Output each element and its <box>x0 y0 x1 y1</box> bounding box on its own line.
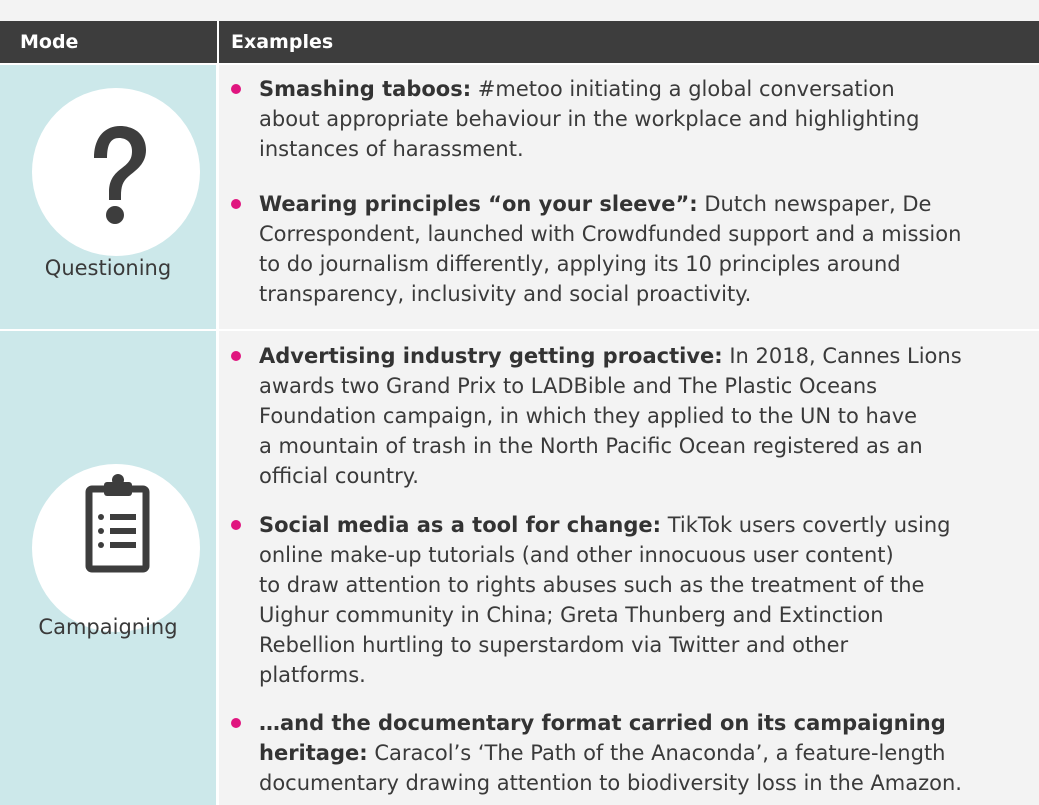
example-text: awards two Grand Prix to LADBible and Th… <box>259 374 878 398</box>
example-text: to draw attention to rights abuses such … <box>259 573 925 597</box>
example-text: to do journalism differently, applying i… <box>259 252 901 276</box>
row-divider <box>0 329 1039 331</box>
question-circle <box>32 88 200 256</box>
example-text: Dutch newspaper, De <box>697 192 932 216</box>
header-examples: Examples <box>231 31 334 53</box>
example-text: about appropriate behaviour in the workp… <box>259 107 920 131</box>
example-title: heritage: <box>259 741 368 765</box>
mode-label-questioning: Questioning <box>44 256 172 280</box>
example-text: Foundation campaign, in which they appli… <box>259 404 918 428</box>
example-text: Rebellion hurtling to superstardom via T… <box>259 633 849 657</box>
example-social-media: Social media as a tool for change: TikTo… <box>259 510 1039 690</box>
example-title: Smashing taboos: <box>259 77 472 101</box>
mode-label-campaigning: Campaigning <box>38 615 178 639</box>
bullet-point <box>231 84 241 94</box>
example-text: TikTok users covertly using <box>661 513 951 537</box>
example-text: Correspondent, launched with Crowdfunded… <box>259 222 962 246</box>
example-text: Uighur community in China; Greta Thunber… <box>259 603 884 627</box>
example-advertising-industry: Advertising industry getting proactive: … <box>259 341 1039 491</box>
header-mode: Mode <box>20 31 79 53</box>
example-documentary-format: …and the documentary format carried on i… <box>259 708 1039 798</box>
example-text: In 2018, Cannes Lions <box>722 344 962 368</box>
example-text: instances of harassment. <box>259 137 524 161</box>
question-mark-icon <box>94 126 146 224</box>
clipboard-circle <box>32 464 200 632</box>
clipboard-list-icon <box>85 474 150 573</box>
example-smashing-taboos: Smashing taboos: #metoo initiating a glo… <box>259 74 1039 164</box>
example-text: #metoo initiating a global conversation <box>471 77 895 101</box>
example-text: documentary drawing attention to biodive… <box>259 771 962 795</box>
column-divider <box>216 63 219 805</box>
bullet-point <box>231 718 241 728</box>
example-text: official country. <box>259 464 419 488</box>
bullet-point <box>231 199 241 209</box>
example-title: …and the documentary format carried on i… <box>259 711 946 735</box>
example-title: Social media as a tool for change: <box>259 513 662 537</box>
example-text: a mountain of trash in the North Pacific… <box>259 434 923 458</box>
row-divider <box>0 63 1039 65</box>
bullet-point <box>231 520 241 530</box>
example-wearing-principles: Wearing principles “on your sleeve”: Dut… <box>259 189 1039 309</box>
example-title: Advertising industry getting proactive: <box>259 344 723 368</box>
example-title: Wearing principles “on your sleeve”: <box>259 192 698 216</box>
table-header: Mode Examples <box>0 21 1039 63</box>
header-divider <box>217 21 219 63</box>
example-text: Caracol’s ‘The Path of the Anaconda’, a … <box>367 741 946 765</box>
bullet-point <box>231 351 241 361</box>
example-text: transparency, inclusivity and social pro… <box>259 282 752 306</box>
example-text: platforms. <box>259 663 366 687</box>
example-text: online make-up tutorials (and other inno… <box>259 543 894 567</box>
